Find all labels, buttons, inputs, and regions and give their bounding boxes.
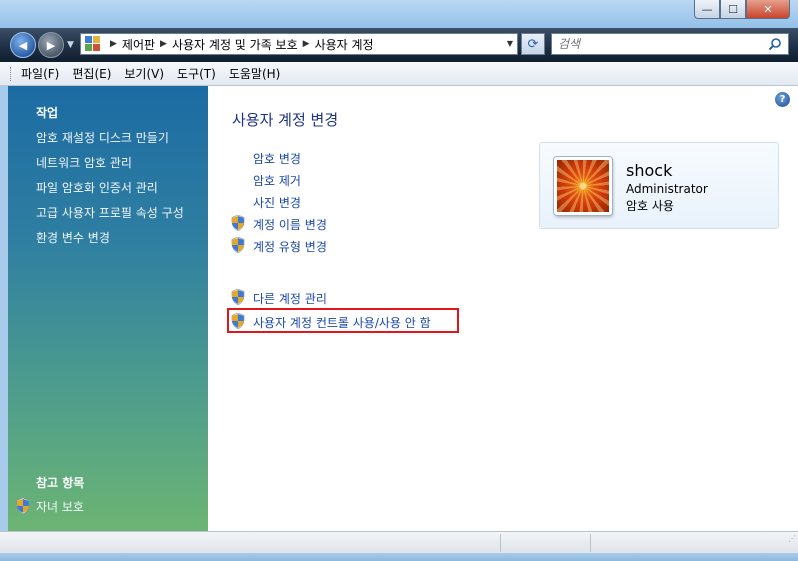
- link-remove-password[interactable]: 암호 제거: [253, 172, 301, 189]
- link-toggle-uac[interactable]: 사용자 계정 컨트롤 사용/사용 안 함: [253, 314, 431, 331]
- recent-pages-dropdown-icon[interactable]: ▼: [67, 40, 74, 50]
- menu-file[interactable]: 파일(F): [21, 65, 59, 82]
- link-change-picture[interactable]: 사진 변경: [253, 194, 301, 211]
- search-box[interactable]: [551, 33, 789, 55]
- window-controls: — ☐ ✕: [694, 0, 790, 19]
- help-icon[interactable]: ?: [775, 92, 790, 107]
- sidebar-link-manage-network-passwords[interactable]: 네트워크 암호 관리: [36, 154, 132, 171]
- content-area: 작업 암호 재설정 디스크 만들기 네트워크 암호 관리 파일 암호화 인증서 …: [0, 86, 798, 531]
- link-change-account-name[interactable]: 계정 이름 변경: [253, 216, 327, 233]
- account-type: Administrator: [626, 182, 708, 196]
- uac-shield-icon: [16, 498, 30, 514]
- sidebar-link-parental-controls[interactable]: 자녀 보호: [36, 498, 84, 515]
- breadcrumb-separator-icon[interactable]: ▶: [303, 39, 310, 49]
- title-bar: — ☐ ✕: [0, 0, 798, 28]
- menu-view[interactable]: 보기(V): [124, 65, 164, 82]
- breadcrumb-user-accounts-family[interactable]: 사용자 계정 및 가족 보호: [172, 36, 298, 53]
- menu-edit[interactable]: 편집(E): [72, 65, 111, 82]
- sidebar-link-environment-variables[interactable]: 환경 변수 변경: [36, 229, 110, 246]
- user-name: shock: [626, 161, 673, 180]
- avatar[interactable]: [554, 157, 612, 215]
- uac-shield-icon: [231, 215, 245, 231]
- refresh-button[interactable]: ⟳: [521, 33, 545, 55]
- menu-bar: 파일(F) 편집(E) 보기(V) 도구(T) 도움말(H): [0, 62, 798, 86]
- back-arrow-icon: ◀: [18, 38, 28, 52]
- breadcrumb-control-panel[interactable]: 제어판: [122, 36, 155, 53]
- forward-arrow-icon: ▶: [46, 38, 56, 52]
- menu-help[interactable]: 도움말(H): [229, 65, 281, 82]
- back-button[interactable]: ◀: [10, 32, 36, 58]
- uac-shield-icon: [231, 237, 245, 253]
- see-also-heading: 참고 항목: [36, 476, 85, 490]
- address-dropdown-icon[interactable]: ▼: [507, 39, 513, 48]
- breadcrumb-separator-icon[interactable]: ▶: [160, 39, 167, 49]
- status-bar: ⋰: [0, 531, 798, 553]
- password-status: 암호 사용: [626, 199, 674, 213]
- search-icon[interactable]: [768, 37, 782, 51]
- menu-tools[interactable]: 도구(T): [177, 65, 216, 82]
- close-button[interactable]: ✕: [746, 0, 790, 19]
- tasks-heading: 작업: [36, 106, 59, 120]
- forward-button[interactable]: ▶: [38, 32, 64, 58]
- breadcrumb-separator-icon[interactable]: ▶: [110, 39, 117, 49]
- sidebar-link-create-reset-disk[interactable]: 암호 재설정 디스크 만들기: [36, 129, 169, 146]
- window-frame-bottom: [0, 553, 798, 561]
- resize-grip-icon[interactable]: ⋰: [788, 534, 796, 543]
- main-panel: ? 사용자 계정 변경 암호 변경 암호 제거 사진 변경 계정 이름 변경 계…: [208, 86, 798, 531]
- maximize-button[interactable]: ☐: [720, 0, 746, 19]
- menu-grip: [10, 66, 13, 81]
- minimize-button[interactable]: —: [694, 0, 720, 19]
- navigation-bar: ◀ ▶ ▼ ▶ 제어판 ▶ 사용자 계정 및 가족 보호 ▶ 사용자 계정 ▼ …: [0, 28, 798, 62]
- uac-shield-icon: [231, 289, 245, 305]
- uac-shield-icon: [231, 313, 245, 329]
- sidebar-link-manage-encryption-certificates[interactable]: 파일 암호화 인증서 관리: [36, 179, 158, 196]
- search-input[interactable]: [558, 37, 758, 51]
- task-pane: 작업 암호 재설정 디스크 만들기 네트워크 암호 관리 파일 암호화 인증서 …: [8, 86, 208, 531]
- user-account-card: shock Administrator 암호 사용: [539, 142, 779, 229]
- refresh-icon: ⟳: [527, 36, 539, 52]
- status-divider: [500, 534, 501, 552]
- link-change-account-type[interactable]: 계정 유형 변경: [253, 238, 327, 255]
- breadcrumb-user-accounts[interactable]: 사용자 계정: [315, 36, 374, 53]
- sidebar-link-advanced-profile-properties[interactable]: 고급 사용자 프로필 속성 구성: [36, 204, 184, 221]
- status-divider: [590, 534, 591, 552]
- link-manage-other-accounts[interactable]: 다른 계정 관리: [253, 290, 327, 307]
- control-panel-icon: [85, 36, 101, 52]
- address-bar[interactable]: ▶ 제어판 ▶ 사용자 계정 및 가족 보호 ▶ 사용자 계정 ▼: [80, 33, 518, 55]
- link-change-password[interactable]: 암호 변경: [253, 150, 301, 167]
- page-title: 사용자 계정 변경: [232, 111, 339, 129]
